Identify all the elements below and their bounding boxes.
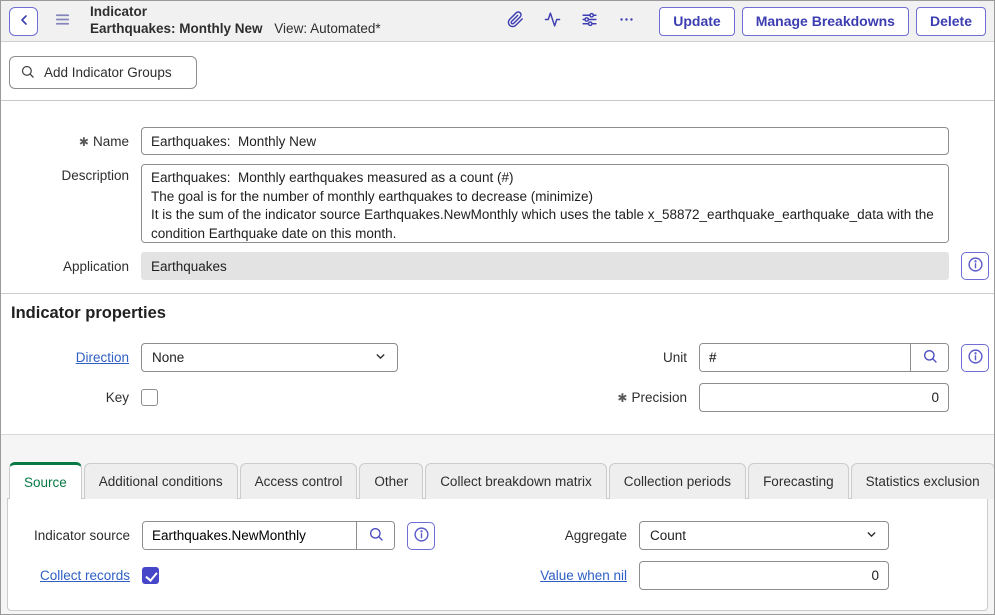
chevron-down-icon: [865, 528, 878, 544]
info-icon: [967, 256, 984, 276]
indicator-source-lookup-button[interactable]: [356, 522, 394, 549]
application-row: Application Earthquakes: [1, 252, 994, 280]
indicator-groups-bar: Add Indicator Groups: [1, 42, 994, 101]
application-label: Application: [1, 259, 141, 274]
direction-unit-row: Direction None Unit: [1, 343, 994, 372]
value-when-nil-link[interactable]: Value when nil: [540, 568, 627, 583]
activity-stream-button[interactable]: [538, 7, 566, 35]
source-tab-panel: Indicator source: [7, 498, 988, 611]
indicator-source-field-group: [142, 521, 395, 550]
direction-link[interactable]: Direction: [76, 350, 129, 365]
header-bar: Indicator Earthquakes: Monthly New View:…: [1, 1, 994, 42]
description-row: Description Earthquakes: Monthly earthqu…: [1, 164, 994, 243]
search-icon: [368, 526, 384, 545]
unit-input[interactable]: [700, 344, 910, 371]
precision-label: ✱Precision: [498, 390, 699, 405]
collect-records-link[interactable]: Collect records: [40, 568, 130, 583]
paperclip-icon: [507, 11, 524, 31]
ellipsis-icon: [618, 11, 635, 31]
tab-other[interactable]: Other: [359, 463, 423, 499]
unit-info-button[interactable]: [961, 344, 989, 372]
mandatory-icon: ✱: [79, 135, 89, 149]
add-indicator-groups-placeholder: Add Indicator Groups: [44, 65, 172, 80]
name-label: ✱Name: [1, 134, 141, 149]
context-menu-button[interactable]: [48, 7, 76, 35]
record-name-label: Earthquakes: Monthly New: [90, 21, 263, 36]
indicator-form-page: Indicator Earthquakes: Monthly New View:…: [0, 0, 995, 615]
delete-button[interactable]: Delete: [916, 7, 986, 36]
name-row: ✱Name: [1, 127, 994, 155]
aggregate-label: Aggregate: [505, 528, 639, 543]
key-label: Key: [1, 390, 141, 405]
tab-access-control[interactable]: Access control: [240, 463, 358, 499]
direction-label: Direction: [1, 350, 141, 365]
tab-statistics-exclusion[interactable]: Statistics exclusion: [851, 463, 995, 499]
key-checkbox[interactable]: [141, 389, 158, 406]
record-type-label: Indicator: [90, 4, 381, 21]
info-icon: [413, 526, 430, 546]
search-icon: [922, 348, 938, 367]
info-icon: [967, 348, 984, 368]
back-button[interactable]: [9, 7, 38, 36]
collect-records-checkbox[interactable]: [142, 567, 159, 584]
indicator-source-input[interactable]: [143, 522, 356, 549]
add-indicator-groups-input[interactable]: Add Indicator Groups: [9, 56, 197, 89]
tab-collection-periods[interactable]: Collection periods: [609, 463, 746, 499]
description-textarea[interactable]: Earthquakes: Monthly earthquakes measure…: [141, 164, 949, 243]
section-divider: [1, 293, 994, 294]
unit-label: Unit: [498, 350, 699, 365]
chevron-left-icon: [16, 12, 32, 31]
attachment-button[interactable]: [501, 7, 529, 35]
unit-field-group: [699, 343, 949, 372]
view-label: View: Automated*: [274, 21, 380, 36]
indicator-form: ✱Name Description Earthquakes: Monthly e…: [1, 101, 994, 435]
tab-collect-breakdown-matrix[interactable]: Collect breakdown matrix: [425, 463, 607, 499]
precision-input[interactable]: [699, 383, 949, 412]
key-precision-row: Key ✱Precision: [1, 383, 994, 412]
personalize-form-button[interactable]: [575, 7, 603, 35]
indicator-source-label: Indicator source: [8, 528, 142, 543]
activity-pulse-icon: [544, 11, 561, 31]
application-value: Earthquakes: [141, 252, 949, 280]
more-options-button[interactable]: [612, 7, 640, 35]
direction-select[interactable]: None: [141, 343, 398, 372]
record-title: Indicator Earthquakes: Monthly New View:…: [90, 4, 381, 38]
indicator-source-info-button[interactable]: [407, 522, 435, 550]
collect-records-nil-row: Collect records Value when nil: [8, 561, 987, 590]
tab-strip: Source Additional conditions Access cont…: [9, 463, 988, 499]
name-input[interactable]: [141, 127, 949, 155]
value-when-nil-label: Value when nil: [505, 568, 639, 583]
mandatory-icon: ✱: [617, 391, 627, 405]
tab-source[interactable]: Source: [9, 462, 82, 499]
collect-records-label: Collect records: [8, 568, 142, 583]
tab-section: Source Additional conditions Access cont…: [1, 435, 994, 614]
aggregate-select[interactable]: Count: [639, 521, 889, 550]
manage-breakdowns-button[interactable]: Manage Breakdowns: [742, 7, 909, 36]
value-when-nil-input[interactable]: [639, 561, 889, 590]
sliders-icon: [581, 11, 598, 31]
hamburger-menu-icon: [54, 11, 71, 31]
search-icon: [20, 64, 35, 82]
tab-additional-conditions[interactable]: Additional conditions: [84, 463, 238, 499]
unit-lookup-button[interactable]: [910, 344, 948, 371]
tab-forecasting[interactable]: Forecasting: [748, 463, 849, 499]
indicator-source-aggregate-row: Indicator source: [8, 521, 987, 550]
update-button[interactable]: Update: [659, 7, 734, 36]
description-label: Description: [1, 164, 141, 183]
chevron-down-icon: [374, 350, 387, 366]
section-title: Indicator properties: [11, 304, 994, 323]
application-info-button[interactable]: [961, 252, 989, 280]
